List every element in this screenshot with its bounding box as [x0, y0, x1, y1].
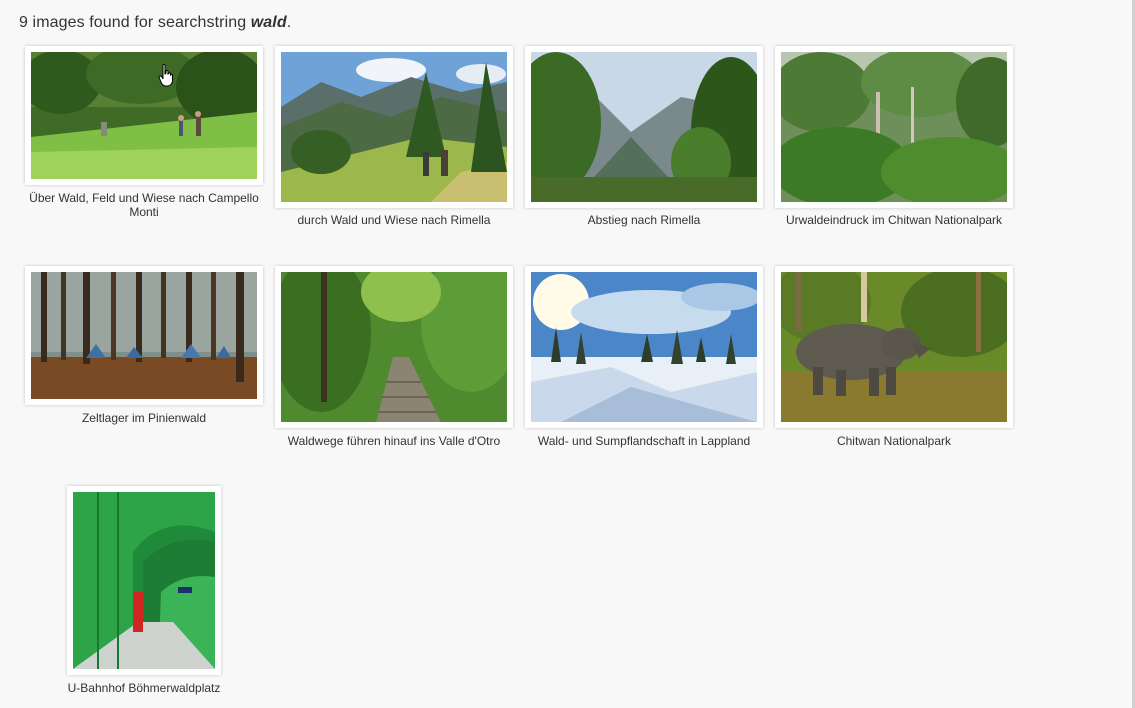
thumbnail-image[interactable]	[31, 52, 257, 179]
thumbnail-caption[interactable]: Abstieg nach Rimella	[525, 213, 763, 227]
thumbnail-caption[interactable]: Wald- und Sumpflandschaft in Lappland	[525, 434, 763, 448]
results-summary: 9 images found for searchstring wald.	[19, 14, 291, 32]
thumbnail-caption[interactable]: Waldwege führen hinauf ins Valle d'Otro	[275, 434, 513, 448]
thumbnail-caption[interactable]: Chitwan Nationalpark	[775, 434, 1013, 448]
thumbnail-caption[interactable]: U-Bahnhof Böhmerwaldplatz	[44, 681, 244, 695]
thumbnail-image[interactable]	[31, 272, 257, 399]
thumbnail-image[interactable]	[281, 52, 507, 202]
thumbnail-image[interactable]	[531, 272, 757, 422]
search-term: wald	[250, 14, 287, 31]
results-count-text: 9 images found for searchstring	[19, 14, 247, 31]
thumbnail-caption[interactable]: Über Wald, Feld und Wiese nach Campello …	[25, 191, 263, 219]
summary-period: .	[286, 14, 292, 31]
thumbnail-image[interactable]	[281, 272, 507, 422]
thumbnail-caption[interactable]: durch Wald und Wiese nach Rimella	[275, 213, 513, 227]
thumbnail-caption[interactable]: Urwaldeindruck im Chitwan Nationalpark	[775, 213, 1013, 227]
thumbnail-caption[interactable]: Zeltlager im Pinienwald	[25, 411, 263, 425]
thumbnail-image[interactable]	[781, 272, 1007, 422]
thumbnail-image[interactable]	[781, 52, 1007, 202]
thumbnail-image[interactable]	[531, 52, 757, 202]
thumbnail-image[interactable]	[73, 492, 215, 669]
hand-cursor-icon	[158, 64, 173, 87]
